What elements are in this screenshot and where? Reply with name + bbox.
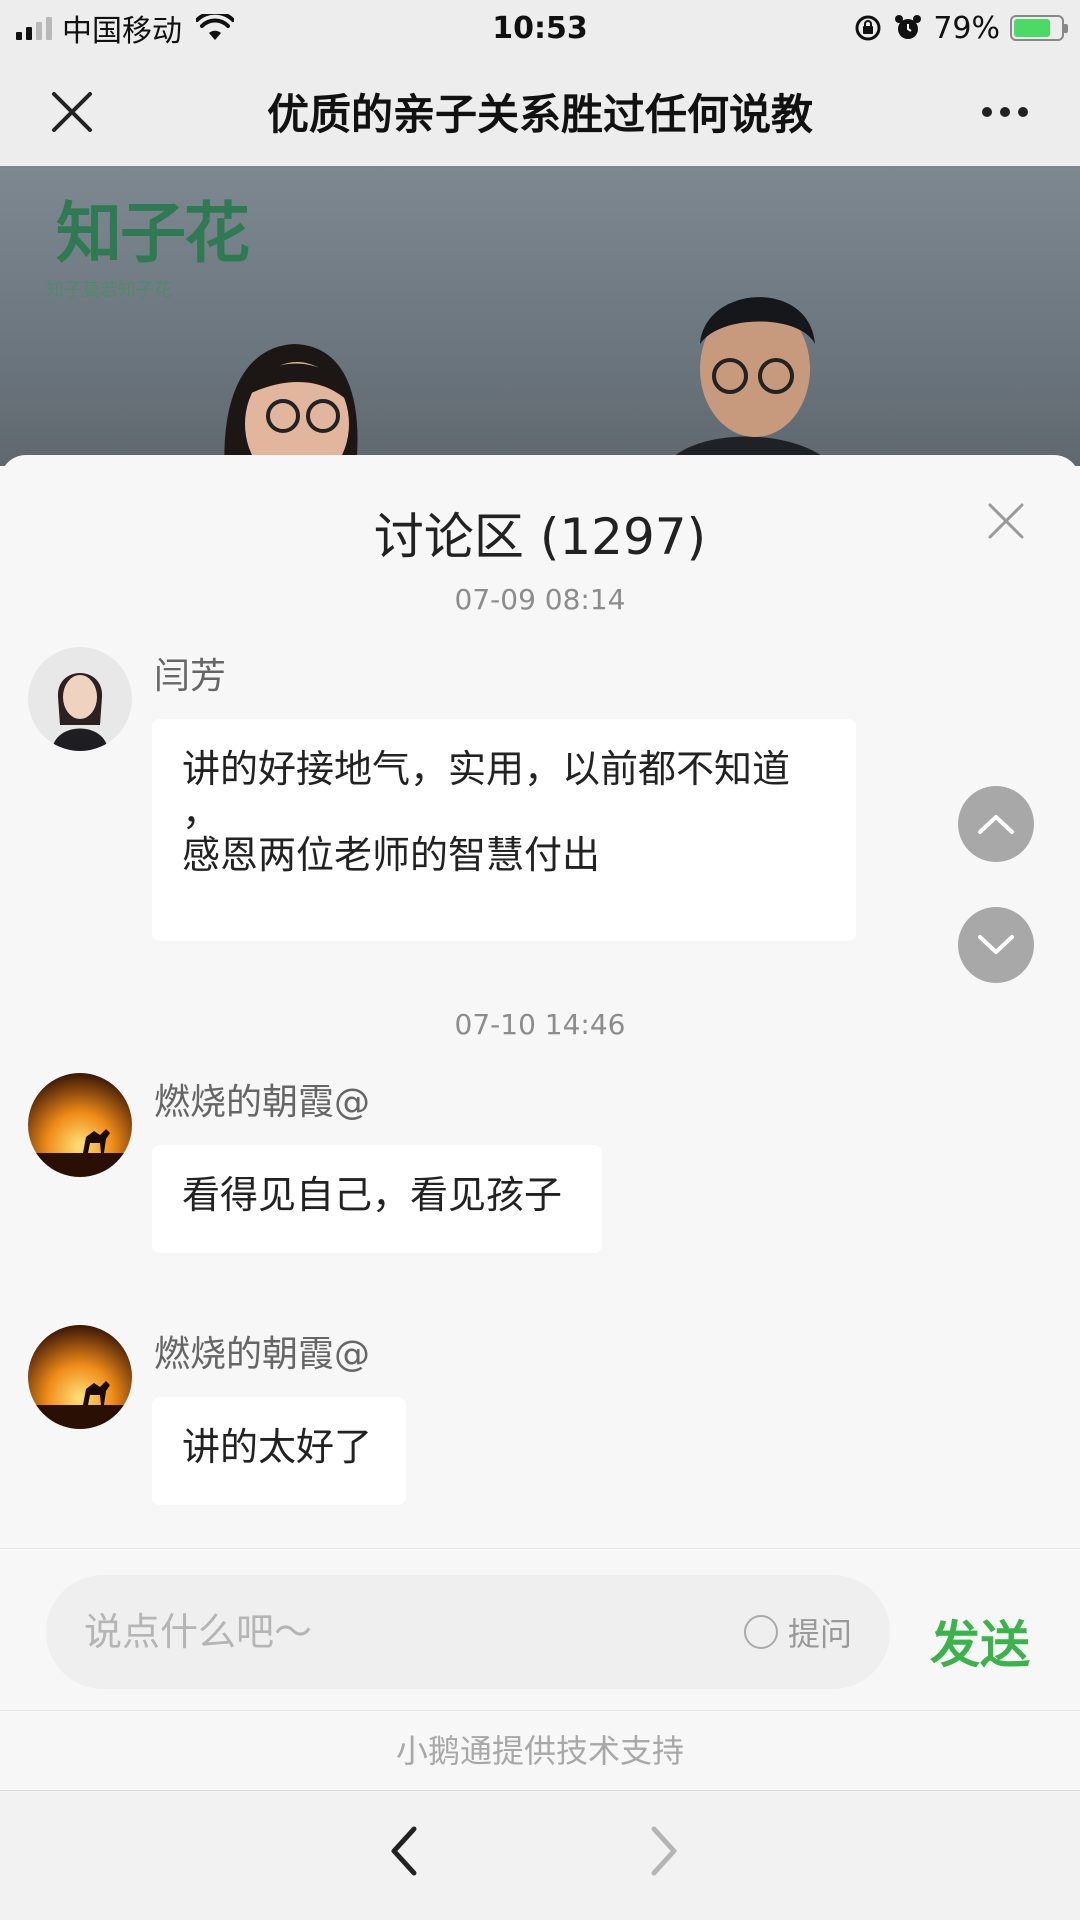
video-logo: 知子花 知子莫若知子花 (46, 180, 250, 302)
chevron-left-icon (391, 1826, 417, 1876)
rotation-lock-icon (855, 15, 881, 41)
radio-icon (743, 1615, 778, 1649)
battery-icon (1010, 15, 1068, 41)
comment-input[interactable] (84, 1610, 744, 1654)
chevron-up-icon (978, 815, 1014, 834)
powered-by-footer: 小鹅通提供技术支持 (0, 1710, 1080, 1790)
timestamp: 07-09 08:14 (454, 583, 626, 616)
browser-nav-bar (0, 1790, 1080, 1920)
message-text: 看得见自己，看见孩子 (182, 1173, 563, 1217)
video-player[interactable]: 知子花 知子莫若知子花 (0, 166, 1080, 466)
scroll-down-button[interactable] (958, 907, 1034, 983)
close-icon (52, 92, 92, 132)
message-bubble[interactable]: 看得见自己，看见孩子 (152, 1145, 602, 1253)
message-item: 燃烧的朝霞@ 看得见自己，看见孩子 (28, 1073, 628, 1263)
avatar[interactable] (28, 1073, 132, 1177)
carrier-label: 中国移动 (62, 14, 182, 49)
username: 闫芳 (154, 656, 227, 697)
status-bar: 中国移动 10:53 79% (0, 0, 1080, 56)
timestamp: 07-10 14:46 (454, 1008, 626, 1041)
comment-input-wrapper: 提问 (46, 1575, 890, 1689)
message-item: 闫芳 讲的好接地气，实用，以前都不知道 ， 感恩两位老师的智慧付出 (28, 647, 868, 957)
portrait-avatar-icon (28, 647, 132, 751)
username: 燃烧的朝霞@ (154, 1334, 371, 1375)
message-text: 讲的好接地气，实用，以前都不知道 (182, 747, 791, 791)
ask-question-toggle[interactable]: 提问 (743, 1609, 852, 1655)
message-text: 讲的太好了 (182, 1425, 373, 1469)
sunset-camel-avatar-icon (28, 1325, 132, 1429)
discussion-title: 讨论区 (1297) (373, 508, 707, 566)
more-button[interactable] (970, 84, 1040, 140)
username: 燃烧的朝霞@ (154, 1082, 371, 1123)
message-item: 燃烧的朝霞@ 讲的太好了 (28, 1325, 628, 1515)
discussion-close-button[interactable] (986, 501, 1030, 545)
back-button[interactable] (384, 1823, 434, 1879)
signal-icon (16, 16, 52, 40)
avatar[interactable] (28, 647, 132, 751)
sunset-camel-avatar-icon (28, 1073, 132, 1177)
logo-text: 知子花 (56, 194, 250, 272)
battery-level (1014, 19, 1051, 37)
page: 中国移动 10:53 79% 优质的亲子关系胜过任何说教 知子花 知子莫若知子花… (0, 0, 1080, 1920)
wifi-icon (196, 14, 234, 40)
message-text: 感恩两位老师的智慧付出 (182, 833, 601, 877)
send-button[interactable]: 发送 (930, 1605, 1030, 1677)
forward-button[interactable] (644, 1823, 694, 1879)
scroll-up-button[interactable] (958, 786, 1034, 862)
battery-percent: 79% (933, 10, 1000, 46)
close-icon (988, 503, 1024, 539)
title-bar: 优质的亲子关系胜过任何说教 (0, 56, 1080, 166)
message-text: ， (182, 790, 221, 834)
message-bubble[interactable]: 讲的好接地气，实用，以前都不知道 ， 感恩两位老师的智慧付出 (152, 719, 856, 941)
presenter-man-image (664, 297, 834, 466)
message-bubble[interactable]: 讲的太好了 (152, 1397, 406, 1505)
close-button[interactable] (44, 84, 100, 140)
page-title: 优质的亲子关系胜过任何说教 (266, 89, 813, 139)
alarm-icon (895, 15, 922, 39)
avatar[interactable] (28, 1325, 132, 1429)
ask-label: 提问 (787, 1615, 852, 1653)
more-icon (982, 107, 992, 117)
chevron-right-icon (651, 1826, 677, 1876)
presenter-woman-image (224, 344, 358, 466)
logo-subtitle: 知子莫若知子花 (46, 280, 172, 301)
comment-composer: 提问 发送 (0, 1548, 1080, 1710)
chevron-down-icon (978, 935, 1014, 954)
